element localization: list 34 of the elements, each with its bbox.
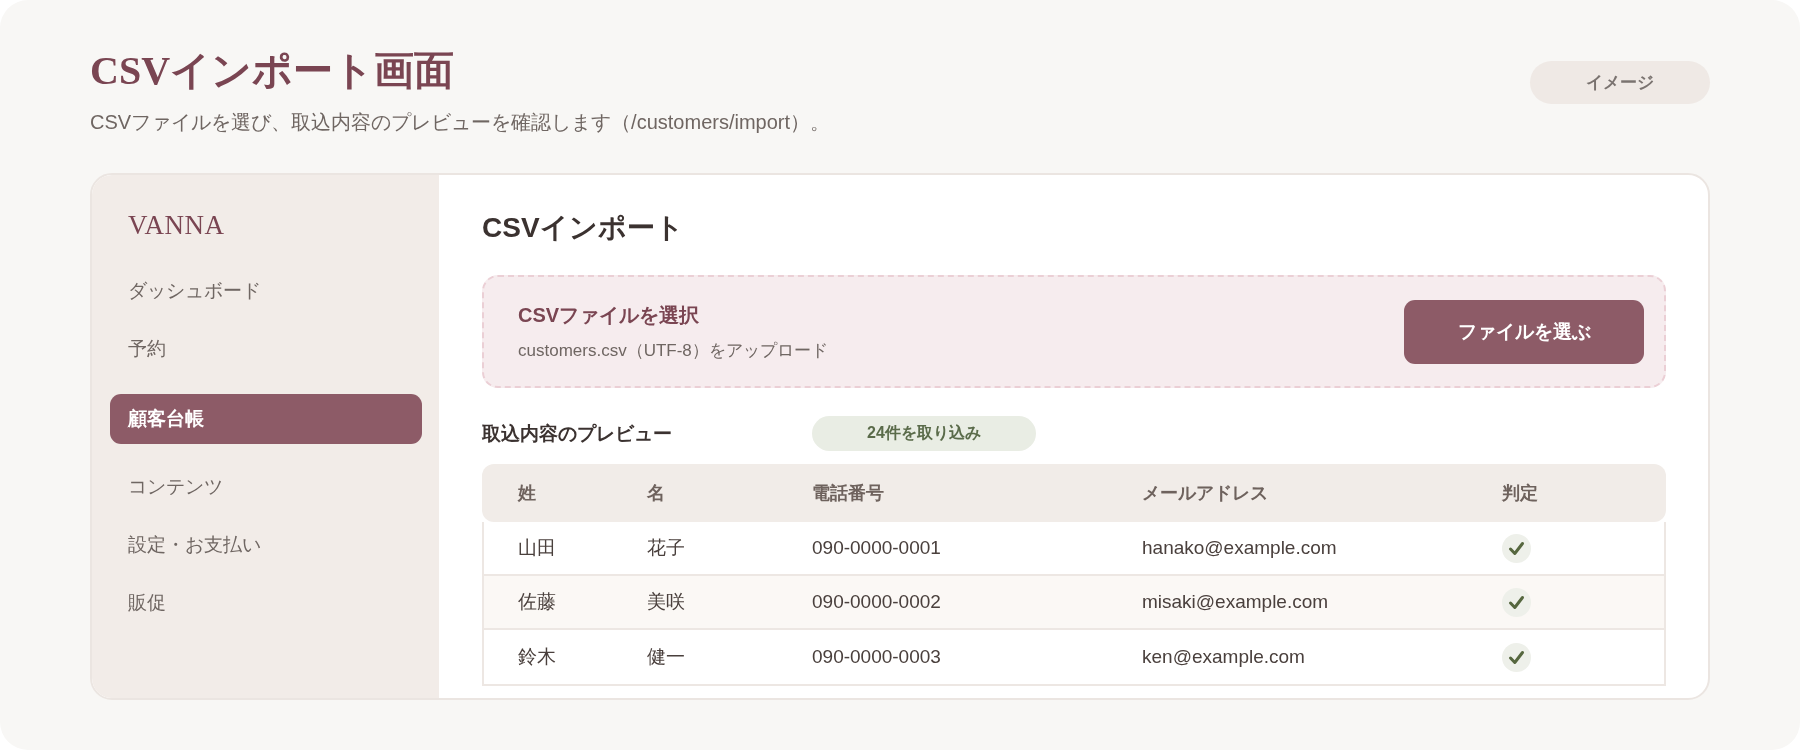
table-cell-text: 佐藤 [518, 590, 556, 614]
section-title: CSVインポート [482, 211, 684, 245]
upload-dropzone[interactable]: CSVファイルを選択 customers.csv（UTF-8）をアップロード ファイルを選ぶ [482, 275, 1666, 388]
table-cell: hanako@example.com [1142, 537, 1337, 559]
table-cell-text: 山田 [518, 536, 556, 560]
nav-item[interactable]: ダッシュボード [110, 266, 422, 316]
column-header: 名 [647, 482, 665, 505]
column-header: 姓 [518, 482, 536, 505]
table-cell: misaki@example.com [1142, 591, 1329, 613]
column-header: 判定 [1502, 482, 1538, 505]
preview-title: 取込内容のプレビュー [482, 421, 673, 446]
page-title: CSVインポート画面 [90, 48, 456, 94]
nav-item[interactable]: コンテンツ [110, 462, 422, 512]
table-cell-text: 花子 [647, 536, 685, 560]
choose-file-button[interactable]: ファイルを選ぶ [1404, 299, 1644, 364]
brand-name: VANNA [127, 209, 225, 241]
table-cell: 090-0000-0002 [812, 591, 941, 613]
nav-item[interactable]: 販促 [110, 578, 422, 628]
nav-item[interactable]: 予約 [110, 324, 422, 374]
column-header: メールアドレス [1142, 482, 1268, 505]
table-cell-text: 鈴木 [518, 645, 556, 669]
nav-item[interactable]: 顧客台帳 [110, 394, 422, 444]
table-cell-text: 美咲 [647, 590, 685, 614]
upload-hint: customers.csv（UTF-8）をアップロード [518, 339, 828, 362]
import-count-badge: 24件を取り込み [812, 416, 1036, 451]
table-cell: 090-0000-0001 [812, 537, 941, 559]
upload-title: CSVファイルを選択 [518, 302, 700, 328]
page-subtitle: CSVファイルを選び、取込内容のプレビューを確認します（/customers/import）。 [90, 110, 831, 135]
nav-item[interactable]: 設定・お支払い [110, 520, 422, 570]
table-cell-text: 健一 [647, 645, 685, 669]
table-cell: 090-0000-0003 [812, 646, 941, 668]
table-cell: ken@example.com [1142, 646, 1305, 668]
column-header: 電話番号 [812, 482, 884, 505]
status-badge: イメージ [1530, 61, 1710, 104]
